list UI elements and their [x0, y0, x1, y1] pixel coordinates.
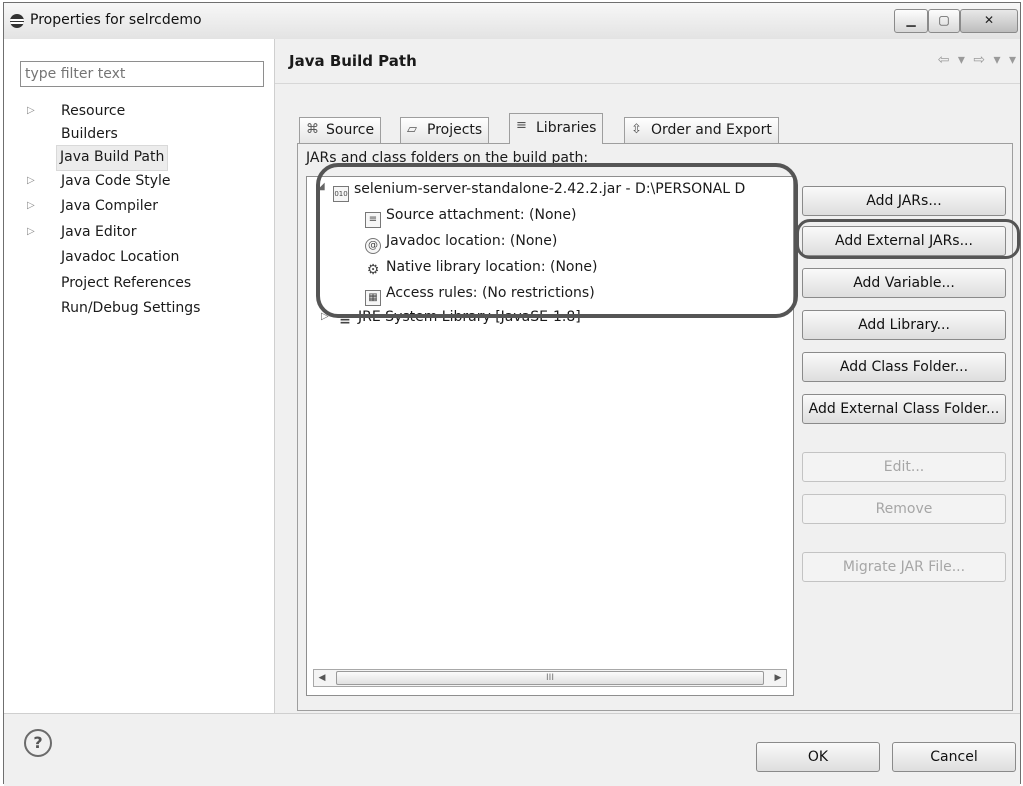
- expand-java-compiler-icon[interactable]: ▷: [27, 194, 35, 218]
- build-path-tree[interactable]: ◢ 010 selenium-server-standalone-2.42.2.j…: [306, 176, 794, 696]
- help-icon[interactable]: ?: [24, 729, 52, 757]
- collapse-icon[interactable]: ◢: [317, 181, 325, 192]
- migrate-jar-file-button[interactable]: Migrate JAR File...: [802, 552, 1006, 582]
- source-attachment-label: Source attachment: (None): [386, 207, 577, 223]
- add-variable-button[interactable]: Add Variable...: [802, 268, 1006, 298]
- tab-label: Source: [326, 122, 375, 138]
- library-icon: ≡: [339, 312, 351, 328]
- filter-input[interactable]: [20, 61, 264, 87]
- expand-java-editor-icon[interactable]: ▷: [27, 220, 35, 244]
- nav-item-run-debug-settings[interactable]: Run/Debug Settings: [58, 296, 203, 320]
- nav-item-java-editor[interactable]: Java Editor: [58, 220, 139, 244]
- expand-jre-icon[interactable]: ▷: [321, 311, 329, 322]
- tab-source[interactable]: ⌘ Source: [299, 117, 382, 143]
- tab-projects[interactable]: ▱ Projects: [400, 117, 490, 143]
- maximize-button[interactable]: ▢: [928, 9, 960, 33]
- nav-item-java-code-style[interactable]: Java Code Style: [58, 169, 173, 193]
- nav-item-builders[interactable]: Builders: [58, 122, 121, 146]
- libraries-panel: JARs and class folders on the build path…: [297, 143, 1013, 711]
- eclipse-icon: [10, 14, 24, 28]
- history-nav-icons[interactable]: ⇦ ▾ ⇨ ▾ ▾: [938, 52, 1018, 68]
- scroll-thumb[interactable]: III: [336, 671, 764, 685]
- nav-item-javadoc-location[interactable]: Javadoc Location: [58, 245, 182, 269]
- tree-item-source-attachment[interactable]: ≡ Source attachment: (None): [365, 203, 577, 228]
- source-folder-icon: ⌘: [306, 122, 319, 137]
- tab-label: Libraries: [536, 120, 597, 136]
- library-icon: ≡: [516, 118, 527, 133]
- edit-button[interactable]: Edit...: [802, 452, 1006, 482]
- tree-item-jre-system-library[interactable]: ≡ JRE System Library [JavaSE-1.8]: [337, 305, 581, 329]
- access-rules-icon: ▦: [365, 290, 381, 306]
- nav-item-java-compiler[interactable]: Java Compiler: [58, 194, 161, 218]
- scroll-right-icon[interactable]: ▶: [770, 670, 786, 686]
- add-library-button[interactable]: Add Library...: [802, 310, 1006, 340]
- native-library-icon: ⚙: [366, 262, 380, 278]
- tab-label: Order and Export: [651, 122, 772, 138]
- page-title: Java Build Path: [289, 52, 417, 70]
- ok-button[interactable]: OK: [756, 742, 880, 772]
- add-external-jars-button[interactable]: Add External JARs...: [802, 226, 1006, 256]
- scroll-left-icon[interactable]: ◀: [314, 670, 330, 686]
- property-page: Java Build Path ⇦ ▾ ⇨ ▾ ▾ ⌘ Source ▱ Pro…: [275, 39, 1020, 713]
- tab-label: Projects: [427, 122, 483, 138]
- add-external-class-folder-button[interactable]: Add External Class Folder...: [802, 394, 1006, 424]
- properties-dialog: Properties for selrcdemo ▁ ▢ ✕ ▷ Resourc…: [3, 2, 1021, 786]
- javadoc-label: Javadoc location: (None): [386, 233, 558, 249]
- page-header: Java Build Path ⇦ ▾ ⇨ ▾ ▾: [275, 39, 1020, 84]
- dialog-footer: ? OK Cancel: [4, 713, 1020, 786]
- tree-item-jar[interactable]: 010 selenium-server-standalone-2.42.2.jar…: [333, 177, 746, 202]
- order-icon: ⇳: [631, 122, 642, 137]
- tab-order-and-export[interactable]: ⇳ Order and Export: [624, 117, 779, 143]
- nav-item-java-build-path[interactable]: Java Build Path: [56, 145, 169, 171]
- close-button[interactable]: ✕: [960, 9, 1018, 33]
- add-jars-button[interactable]: Add JARs...: [802, 186, 1006, 216]
- tree-item-javadoc-location[interactable]: @ Javadoc location: (None): [365, 229, 558, 254]
- minimize-button[interactable]: ▁: [894, 9, 928, 33]
- build-path-label: JARs and class folders on the build path…: [306, 150, 589, 166]
- source-attachment-icon: ≡: [365, 212, 381, 228]
- javadoc-icon: @: [365, 238, 381, 254]
- tree-item-access-rules[interactable]: ▦ Access rules: (No restrictions): [365, 281, 595, 306]
- tab-libraries[interactable]: ≡ Libraries: [509, 113, 604, 144]
- horizontal-scrollbar[interactable]: ◀ III ▶: [313, 669, 787, 687]
- expand-resource-icon[interactable]: ▷: [27, 99, 35, 123]
- expand-java-code-style-icon[interactable]: ▷: [27, 169, 35, 193]
- native-library-label: Native library location: (None): [386, 259, 598, 275]
- access-rules-label: Access rules: (No restrictions): [386, 285, 595, 301]
- property-nav-pane: ▷ Resource Builders Java Build Path ▷ Ja…: [4, 39, 275, 713]
- jre-label: JRE System Library [JavaSE-1.8]: [358, 309, 581, 325]
- add-class-folder-button[interactable]: Add Class Folder...: [802, 352, 1006, 382]
- window-title: Properties for selrcdemo: [30, 12, 202, 28]
- cancel-button[interactable]: Cancel: [892, 742, 1016, 772]
- folder-icon: ▱: [407, 122, 417, 137]
- jar-icon: 010: [333, 186, 349, 202]
- nav-item-project-references[interactable]: Project References: [58, 271, 194, 295]
- nav-item-resource[interactable]: Resource: [58, 99, 128, 123]
- remove-button[interactable]: Remove: [802, 494, 1006, 524]
- tree-item-native-library[interactable]: ⚙ Native library location: (None): [365, 255, 598, 279]
- jar-label: selenium-server-standalone-2.42.2.jar - …: [354, 181, 746, 197]
- title-bar[interactable]: Properties for selrcdemo ▁ ▢ ✕: [4, 3, 1020, 40]
